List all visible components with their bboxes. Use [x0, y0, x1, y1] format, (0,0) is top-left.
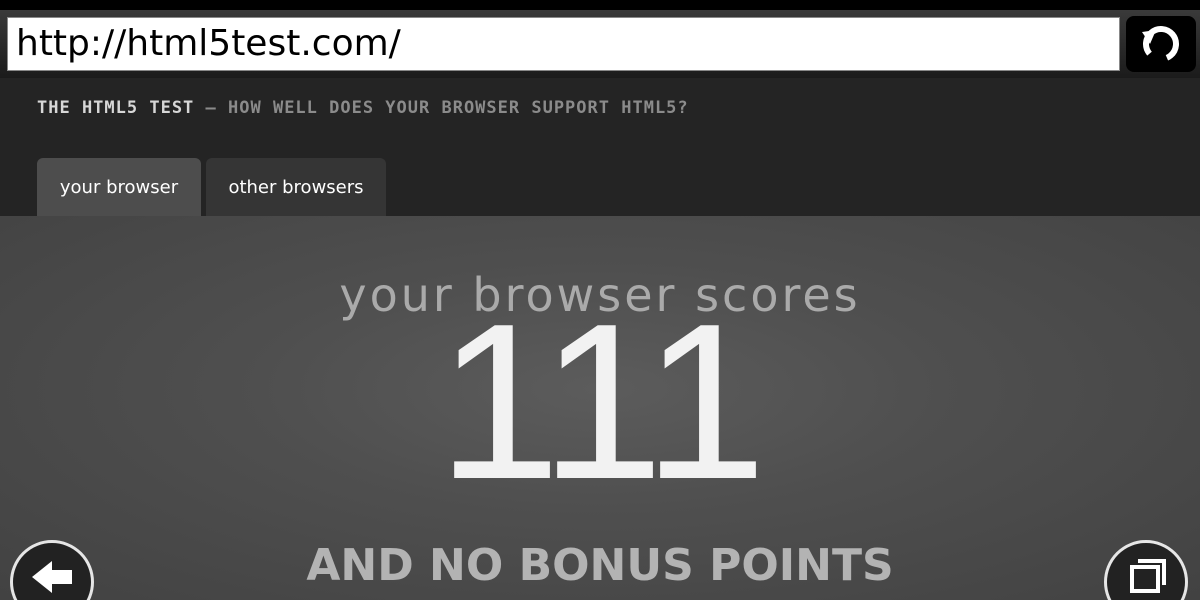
site-name: THE HTML5 TEST: [37, 98, 195, 118]
score-value: 111: [437, 278, 766, 526]
back-arrow-icon: [32, 561, 72, 593]
site-tagline: HOW WELL DOES YOUR BROWSER SUPPORT HTML5…: [228, 98, 689, 118]
status-strip: [0, 0, 1200, 10]
browser-screen: http://html5test.com/ THE HTML5 TEST – H…: [0, 0, 1200, 600]
browser-toolbar: http://html5test.com/: [0, 10, 1200, 78]
windows-icon: [1130, 559, 1166, 593]
site-title[interactable]: THE HTML5 TEST – HOW WELL DOES YOUR BROW…: [37, 98, 689, 118]
reload-icon: [1142, 26, 1179, 62]
tab-your-browser[interactable]: your browser: [37, 158, 201, 216]
reload-button[interactable]: [1126, 16, 1196, 72]
tab-other-browsers[interactable]: other browsers: [206, 158, 386, 216]
score-panel: your browser scores 111 AND NO BONUS POI…: [0, 216, 1200, 600]
site-header: THE HTML5 TEST – HOW WELL DOES YOUR BROW…: [0, 78, 1200, 216]
web-page: THE HTML5 TEST – HOW WELL DOES YOUR BROW…: [0, 78, 1200, 600]
bonus-label: AND NO BONUS POINTS: [306, 540, 894, 591]
title-separator: –: [194, 98, 229, 118]
url-field[interactable]: http://html5test.com/: [7, 17, 1120, 71]
